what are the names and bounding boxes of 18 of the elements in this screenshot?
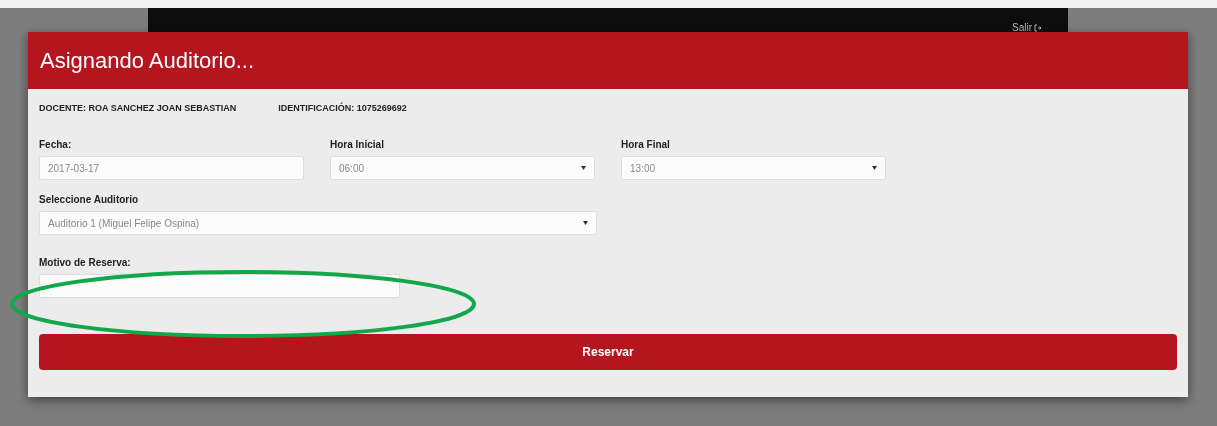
modal-title: Asignando Auditorio...	[40, 47, 255, 74]
exit-icon	[1034, 23, 1042, 32]
select-field[interactable]: 13:00	[621, 156, 886, 180]
field-label: Fecha:	[39, 139, 72, 150]
caret-icon	[583, 221, 588, 225]
input-field[interactable]: 2017-03-17	[39, 156, 304, 180]
field-label: Hora Inicial	[330, 139, 384, 150]
select-field[interactable]: 06:00	[330, 156, 595, 180]
logout-link[interactable]: Salir	[1012, 22, 1042, 33]
field-label: Seleccione Auditorio	[39, 194, 139, 205]
caret-icon	[872, 166, 877, 170]
identification-number: IDENTIFICACIÓN: 1075269692	[278, 103, 407, 113]
field-label: Hora Final	[621, 139, 670, 150]
reserve-button[interactable]: Reservar	[39, 334, 1177, 370]
field-label: Motivo de Reserva:	[39, 257, 131, 268]
caret-icon	[581, 166, 586, 170]
select-field[interactable]: Auditorio 1 (Miguel Felipe Ospina)	[39, 211, 597, 235]
teacher-name: DOCENTE: ROA SANCHEZ JOAN SEBASTIAN	[39, 103, 237, 113]
